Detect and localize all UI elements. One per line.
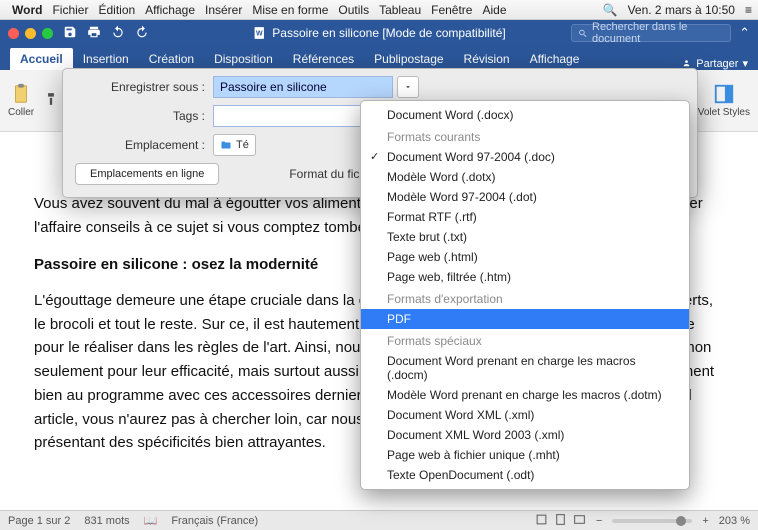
format-painter-button[interactable] <box>44 92 58 109</box>
save-as-label: Enregistrer sous : <box>63 80 213 94</box>
styles-pane-icon <box>713 83 735 105</box>
save-as-input[interactable] <box>213 76 393 98</box>
format-item-xml[interactable]: Document Word XML (.xml) <box>361 405 689 425</box>
online-locations-button[interactable]: Emplacements en ligne <box>75 163 219 185</box>
mac-menu-aide[interactable]: Aide <box>482 3 506 17</box>
word-titlebar: W Passoire en silicone [Mode de compatib… <box>0 20 758 46</box>
format-item-htm[interactable]: Page web, filtrée (.htm) <box>361 267 689 287</box>
search-document-input[interactable]: Rechercher dans le document <box>571 24 731 42</box>
paste-button[interactable]: Coller <box>8 83 34 118</box>
chevron-down-icon: ▾ <box>742 57 748 70</box>
status-spellcheck-icon[interactable]: 📖 <box>144 514 158 527</box>
view-focus-icon[interactable] <box>535 513 548 529</box>
format-group-export-header: Formats d'exportation <box>361 287 689 309</box>
minimize-window-button[interactable] <box>25 28 36 39</box>
location-value: Té <box>236 139 249 151</box>
mac-menubar: Word Fichier Édition Affichage Insérer M… <box>0 0 758 20</box>
tab-disposition[interactable]: Disposition <box>204 48 283 70</box>
quick-access-toolbar <box>63 25 149 42</box>
format-item-dot[interactable]: Modèle Word 97-2004 (.dot) <box>361 187 689 207</box>
chevron-down-icon <box>403 82 413 92</box>
format-item-doc[interactable]: Document Word 97-2004 (.doc) <box>361 147 689 167</box>
format-group-special-header: Formats spéciaux <box>361 329 689 351</box>
clipboard-icon <box>10 83 32 105</box>
expand-dialog-button[interactable] <box>397 76 419 98</box>
paste-label: Coller <box>8 107 34 118</box>
format-item-txt[interactable]: Texte brut (.txt) <box>361 227 689 247</box>
format-item-rtf[interactable]: Format RTF (.rtf) <box>361 207 689 227</box>
file-format-menu: Document Word (.docx) Formats courants D… <box>360 100 690 490</box>
notification-center-icon[interactable]: ≡ <box>745 3 752 17</box>
spotlight-icon[interactable]: 🔍 <box>603 3 618 17</box>
tags-label: Tags : <box>63 109 213 123</box>
format-item-odt[interactable]: Texte OpenDocument (.odt) <box>361 465 689 485</box>
menubar-clock[interactable]: Ven. 2 mars à 10:50 <box>628 3 735 17</box>
zoom-in-button[interactable]: + <box>702 515 708 527</box>
format-item-xml2003[interactable]: Document XML Word 2003 (.xml) <box>361 425 689 445</box>
zoom-out-button[interactable]: − <box>596 515 602 527</box>
mac-menu-tableau[interactable]: Tableau <box>379 3 421 17</box>
save-icon[interactable] <box>63 25 77 42</box>
svg-text:W: W <box>256 30 263 37</box>
word-doc-icon: W <box>252 26 266 40</box>
document-title: W Passoire en silicone [Mode de compatib… <box>252 26 505 40</box>
share-label: Partager <box>696 58 738 70</box>
format-item-dotm[interactable]: Modèle Word prenant en charge les macros… <box>361 385 689 405</box>
mac-menu-inserer[interactable]: Insérer <box>205 3 242 17</box>
tab-revision[interactable]: Révision <box>454 48 520 70</box>
format-item-mht[interactable]: Page web à fichier unique (.mht) <box>361 445 689 465</box>
zoom-level[interactable]: 203 % <box>719 515 750 527</box>
format-item-dotx[interactable]: Modèle Word (.dotx) <box>361 167 689 187</box>
tab-creation[interactable]: Création <box>139 48 204 70</box>
view-print-icon[interactable] <box>554 513 567 529</box>
view-web-icon[interactable] <box>573 513 586 529</box>
tab-references[interactable]: Références <box>283 48 364 70</box>
statusbar: Page 1 sur 2 831 mots 📖 Français (France… <box>0 510 758 530</box>
format-item-docm[interactable]: Document Word prenant en charge les macr… <box>361 351 689 385</box>
close-window-button[interactable] <box>8 28 19 39</box>
location-dropdown[interactable]: Té <box>213 134 256 156</box>
mac-menu-fichier[interactable]: Fichier <box>52 3 88 17</box>
print-icon[interactable] <box>87 25 101 42</box>
search-icon <box>578 28 588 39</box>
help-icon[interactable]: ⌃ <box>739 25 750 41</box>
ribbon-tabs: Accueil Insertion Création Disposition R… <box>0 46 758 70</box>
folder-icon <box>220 139 232 151</box>
location-label: Emplacement : <box>63 138 213 152</box>
mac-menu-edition[interactable]: Édition <box>98 3 135 17</box>
mac-menu-fenetre[interactable]: Fenêtre <box>431 3 472 17</box>
styles-pane-label: Volet Styles <box>698 107 750 118</box>
search-placeholder: Rechercher dans le document <box>592 21 724 45</box>
tab-publipostage[interactable]: Publipostage <box>364 48 453 70</box>
format-item-pdf[interactable]: PDF <box>361 309 689 329</box>
mac-menu-outils[interactable]: Outils <box>338 3 369 17</box>
undo-icon[interactable] <box>111 25 125 42</box>
paintbrush-icon <box>44 92 58 106</box>
tab-insertion[interactable]: Insertion <box>73 48 139 70</box>
zoom-window-button[interactable] <box>42 28 53 39</box>
tab-affichage[interactable]: Affichage <box>520 48 590 70</box>
document-title-text: Passoire en silicone [Mode de compatibil… <box>272 26 505 40</box>
redo-icon[interactable] <box>135 25 149 42</box>
mac-menu-affichage[interactable]: Affichage <box>145 3 195 17</box>
mac-menu-miseenforme[interactable]: Mise en forme <box>252 3 328 17</box>
format-group-common-header: Formats courants <box>361 125 689 147</box>
mac-menu-app[interactable]: Word <box>12 3 42 17</box>
tab-accueil[interactable]: Accueil <box>10 48 73 70</box>
window-controls <box>8 28 53 39</box>
status-words[interactable]: 831 mots <box>84 515 129 527</box>
zoom-slider[interactable] <box>612 519 692 523</box>
styles-pane-button[interactable]: Volet Styles <box>698 83 750 118</box>
status-language[interactable]: Français (France) <box>171 515 258 527</box>
format-item-html[interactable]: Page web (.html) <box>361 247 689 267</box>
format-item-docx[interactable]: Document Word (.docx) <box>361 105 689 125</box>
status-page[interactable]: Page 1 sur 2 <box>8 515 70 527</box>
